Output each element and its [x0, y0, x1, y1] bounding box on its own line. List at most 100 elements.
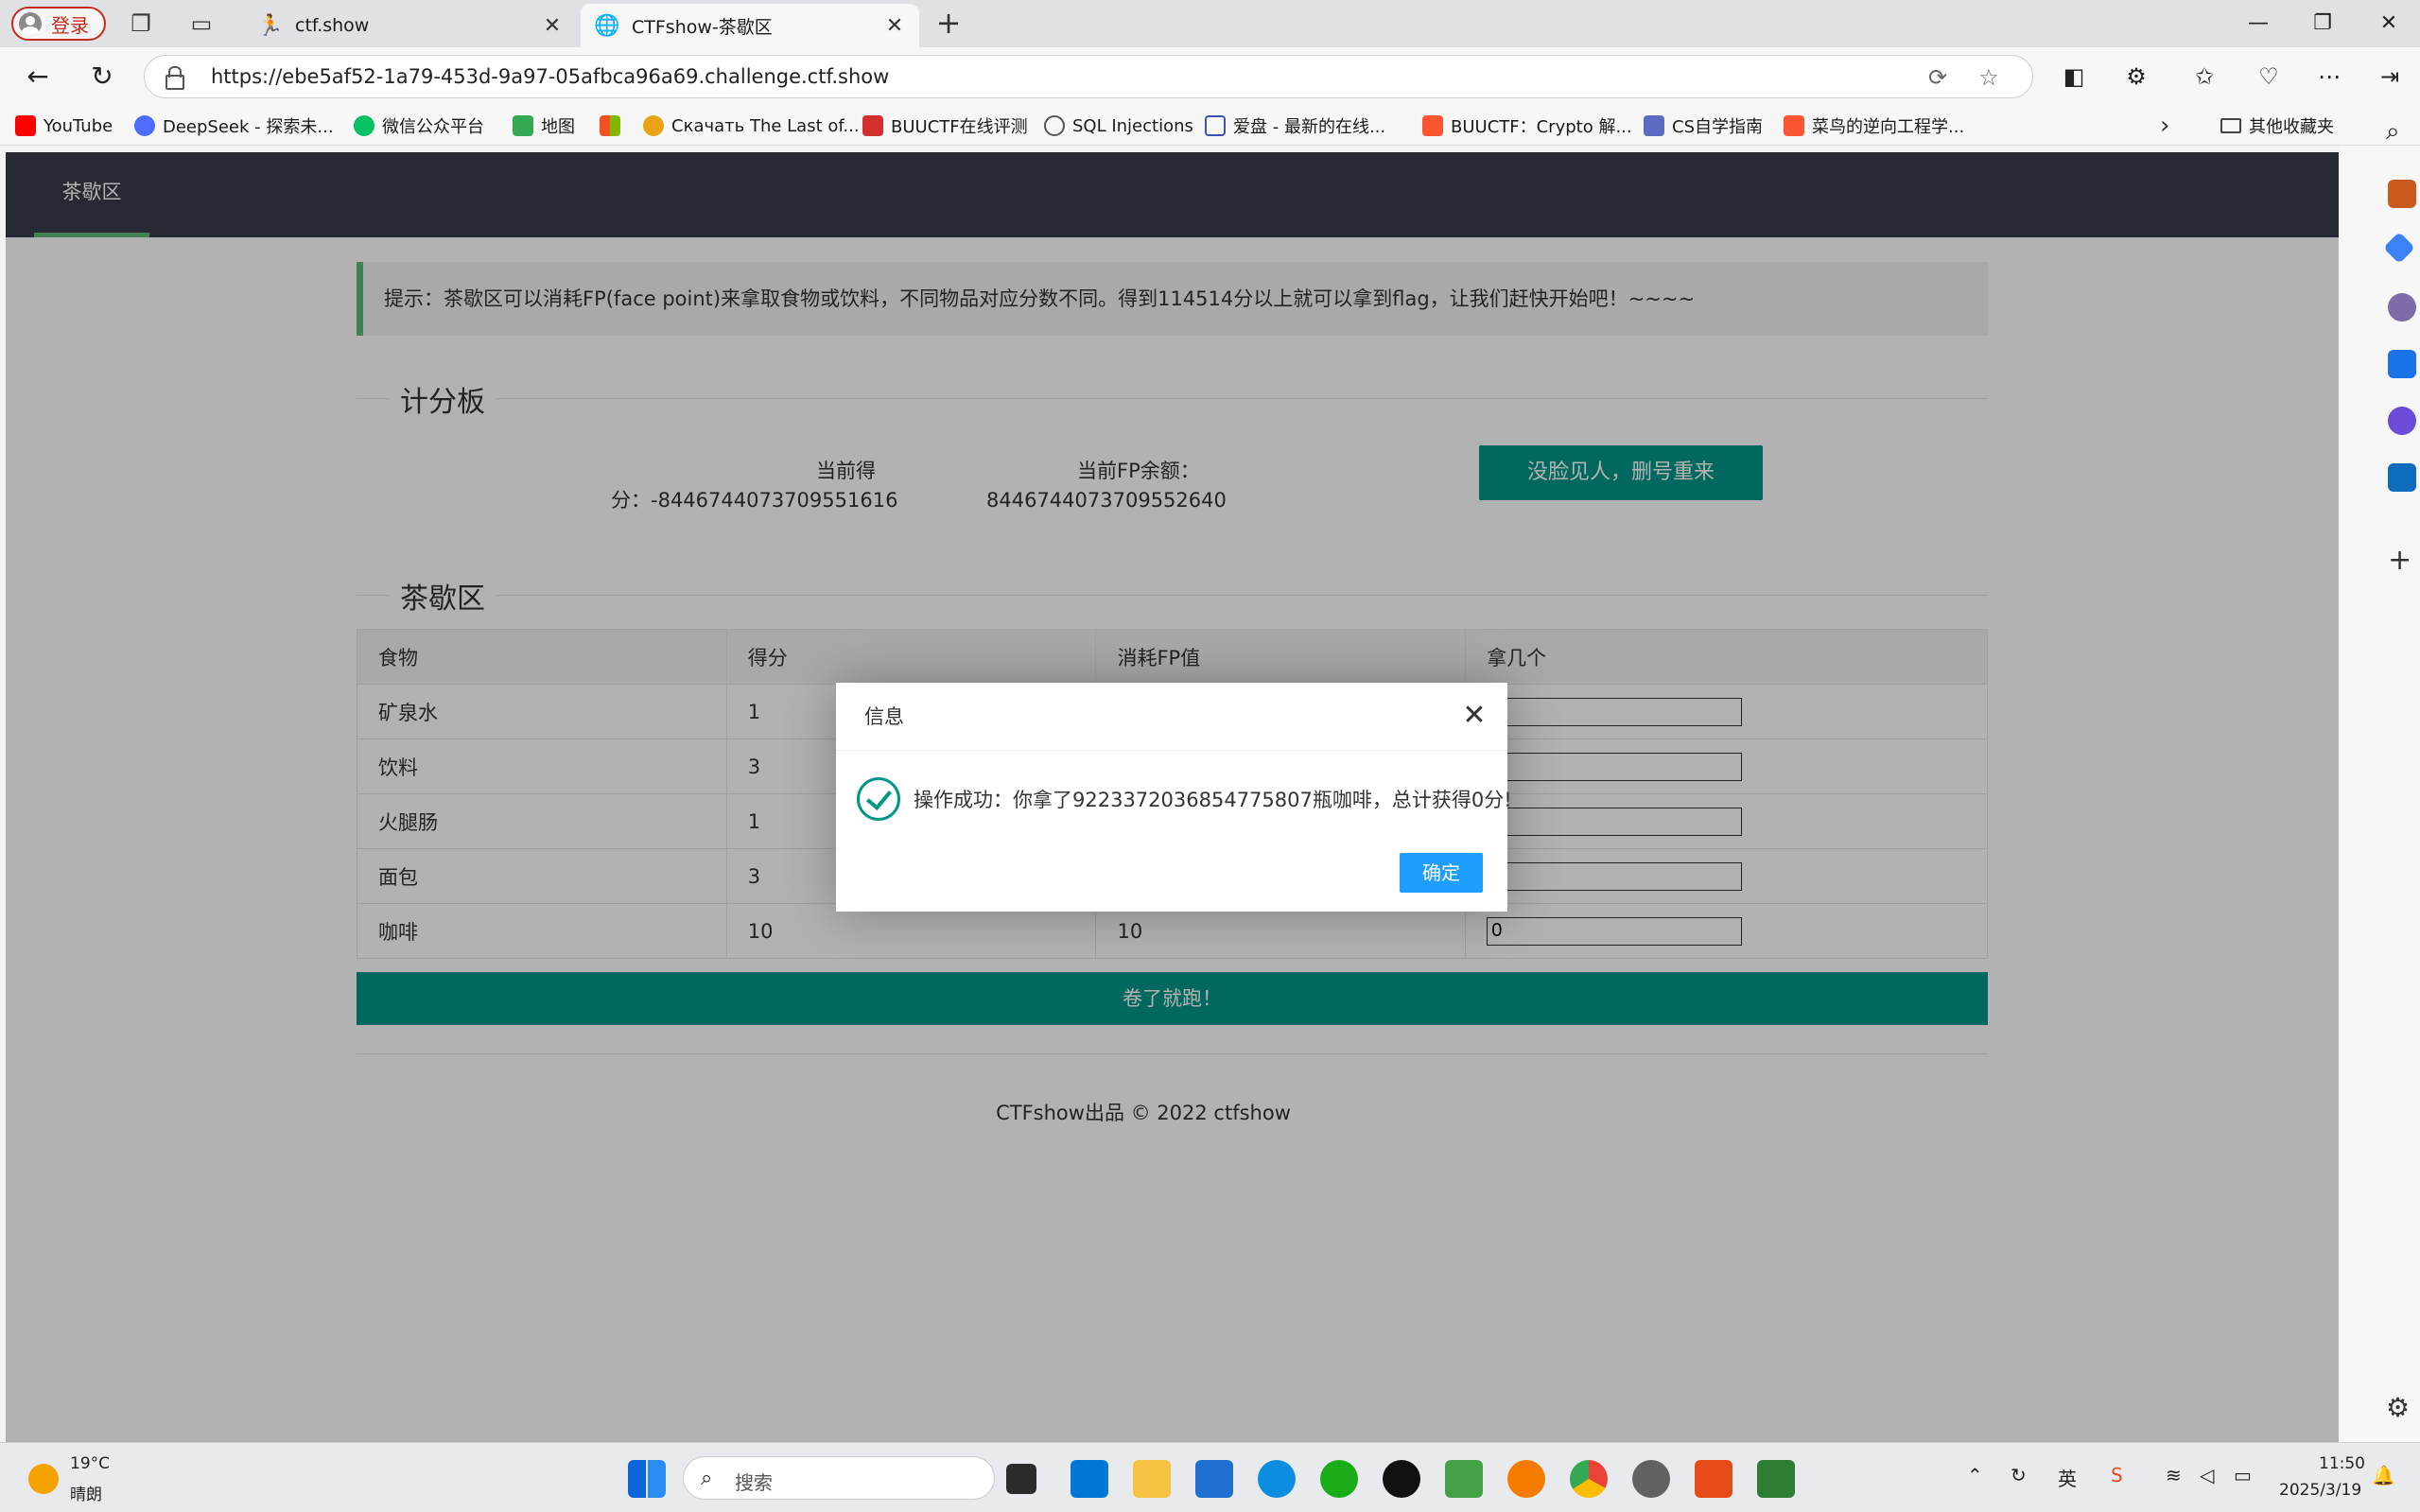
refresh-icon[interactable]: ↻: [85, 60, 119, 94]
chevron-right-icon[interactable]: ›: [2160, 112, 2169, 140]
outlook-icon[interactable]: [2388, 463, 2416, 492]
close-icon[interactable]: ✕: [883, 14, 906, 38]
other-bookmarks[interactable]: 其他收藏夹: [2220, 113, 2334, 138]
cs-guide-icon: [1644, 115, 1664, 136]
split-screen-icon[interactable]: ◧: [2056, 59, 2092, 95]
minimize-icon[interactable]: —: [2239, 8, 2277, 40]
back-arrow-icon[interactable]: ←: [21, 60, 55, 94]
bookmark-microsoft[interactable]: [600, 113, 628, 138]
close-icon[interactable]: ✕: [1460, 702, 1489, 730]
clock-date[interactable]: 2025/3/19: [2279, 1481, 2361, 1500]
notification-bell-icon[interactable]: 🔔: [2372, 1464, 2395, 1486]
shopping-tag-icon[interactable]: [2383, 232, 2415, 264]
task-view-icon[interactable]: [1006, 1464, 1036, 1494]
extensions-icon[interactable]: ⚙: [2118, 59, 2154, 95]
workspaces-icon[interactable]: ❐: [125, 8, 157, 40]
game-icon: [643, 115, 664, 136]
sun-icon[interactable]: [28, 1464, 59, 1494]
wechat-icon[interactable]: [1320, 1460, 1358, 1498]
vscode-icon[interactable]: [1071, 1460, 1108, 1498]
browser-essentials-icon[interactable]: ♡: [2251, 59, 2287, 95]
bookmark-label: 爱盘 - 最新的在线...: [1233, 117, 1386, 137]
steam-icon[interactable]: [1632, 1460, 1670, 1498]
battery-icon[interactable]: ▭: [2234, 1464, 2252, 1486]
tray-sync-icon[interactable]: ↻: [2011, 1464, 2027, 1486]
games-icon[interactable]: [2388, 293, 2416, 322]
bookmark-label: Скачать The Last of...: [671, 115, 860, 136]
chrome-icon[interactable]: [1570, 1460, 1608, 1498]
bookmark-aipan[interactable]: 爱盘 - 最新的在线...: [1205, 113, 1385, 138]
weather-temperature[interactable]: 19°C: [70, 1454, 110, 1473]
tab-actions-icon[interactable]: ▭: [185, 8, 218, 40]
weather-description[interactable]: 晴朗: [70, 1481, 102, 1504]
map-pin-icon: [513, 115, 533, 136]
ime-icon[interactable]: 英: [2058, 1464, 2077, 1491]
wifi-icon[interactable]: ≋: [2166, 1464, 2182, 1486]
bookmark-reverse-engineering[interactable]: 菜鸟的逆向工程学...: [1784, 113, 1964, 138]
bookmark-last-of-us[interactable]: Скачать The Last of...: [643, 113, 860, 138]
share-arrow-icon[interactable]: [1445, 1460, 1483, 1498]
more-menu-icon[interactable]: ⋯: [2311, 59, 2347, 95]
edge-browser-icon[interactable]: [1258, 1460, 1296, 1498]
profile-avatar-icon: [19, 12, 42, 35]
tab-ctfshow-tea-break[interactable]: 🌐 CTFshow-茶歇区 ✕: [581, 4, 919, 47]
clock-time[interactable]: 11:50: [2319, 1454, 2365, 1473]
bookmark-deepseek[interactable]: DeepSeek - 探索未...: [134, 113, 334, 138]
bookmark-youtube[interactable]: YouTube: [15, 113, 113, 138]
send-icon[interactable]: [2388, 350, 2416, 378]
favorites-icon[interactable]: ✩: [2186, 59, 2222, 95]
ubuntu-icon[interactable]: [1695, 1460, 1732, 1498]
bookmark-maps[interactable]: 地图: [513, 113, 575, 138]
deepseek-icon: [134, 115, 155, 136]
restore-icon[interactable]: ❐: [2304, 8, 2342, 40]
dialog-message: 操作成功：你拿了9223372036854775807瓶咖啡，总计获得0分!: [914, 789, 1512, 811]
tab-ctfshow[interactable]: 🏃 ctf.show ✕: [244, 4, 577, 47]
microsoft-logo-icon: [600, 115, 620, 136]
csdn-icon: [1422, 115, 1443, 136]
globe-icon: 🌐: [594, 13, 620, 38]
window-close-icon[interactable]: ✕: [2370, 8, 2408, 40]
magnifier-app-icon[interactable]: [1507, 1460, 1545, 1498]
bookmark-cs-guide[interactable]: CS自学指南: [1644, 113, 1763, 138]
profile-button[interactable]: 登录: [11, 7, 106, 41]
qq-icon[interactable]: [1383, 1460, 1420, 1498]
bookmark-label: SQL Injections: [1072, 115, 1193, 136]
close-icon[interactable]: ✕: [541, 14, 564, 38]
success-check-icon: [857, 777, 900, 821]
bookmark-buuctf-crypto[interactable]: BUUCTF：Crypto 解...: [1422, 113, 1632, 138]
windows-start-icon[interactable]: [628, 1460, 666, 1498]
bookmark-label: BUUCTF在线评测: [891, 117, 1028, 137]
add-icon[interactable]: +: [2388, 547, 2416, 575]
tray-app-icon[interactable]: S: [2111, 1464, 2123, 1486]
browser-tab-bar: 登录 ❐ ▭ 🏃 ctf.show ✕ 🌐 CTFshow-茶歇区 ✕ + — …: [0, 0, 2420, 47]
bookmark-buuctf[interactable]: BUUCTF在线评测: [862, 113, 1028, 138]
favorite-star-icon[interactable]: ☆: [1974, 62, 2004, 93]
copilot-icon[interactable]: [2388, 407, 2416, 435]
bookmark-sql-injections[interactable]: SQL Injections: [1044, 113, 1193, 138]
url-text[interactable]: https://ebe5af52-1a79-453d-9a97-05afbca9…: [211, 65, 889, 88]
tools-briefcase-icon[interactable]: [2388, 180, 2416, 208]
android-app-icon[interactable]: [1757, 1460, 1795, 1498]
tab-title: CTFshow-茶歇区: [632, 16, 773, 38]
volume-icon[interactable]: ◁: [2200, 1464, 2214, 1486]
sidebar-toggle-icon[interactable]: ⇥: [2372, 59, 2408, 95]
bookmark-wechat-mp[interactable]: 微信公众平台: [354, 113, 484, 138]
message-dialog: 信息 ✕ 操作成功：你拿了9223372036854775807瓶咖啡，总计获得…: [836, 683, 1512, 912]
tray-chevron-up-icon[interactable]: ⌃: [1967, 1464, 1983, 1486]
read-aloud-icon[interactable]: ⟳: [1923, 62, 1953, 93]
new-tab-button[interactable]: +: [932, 8, 965, 40]
search-icon[interactable]: ⌕: [2386, 117, 2414, 146]
aipan-icon: [1205, 115, 1226, 136]
address-bar[interactable]: https://ebe5af52-1a79-453d-9a97-05afbca9…: [144, 55, 2033, 98]
settings-gear-icon[interactable]: ⚙: [2386, 1394, 2414, 1422]
bookmark-label: CS自学指南: [1672, 117, 1763, 137]
bookmark-label: DeepSeek - 探索未...: [163, 117, 334, 137]
remote-desktop-icon[interactable]: [1195, 1460, 1233, 1498]
file-explorer-icon[interactable]: [1133, 1460, 1171, 1498]
search-placeholder: 搜索: [735, 1471, 773, 1494]
page-viewport: 茶歇区 提示：茶歇区可以消耗FP(face point)来拿取食物或饮料，不同物…: [6, 152, 2339, 1442]
confirm-button[interactable]: 确定: [1400, 853, 1483, 893]
taskbar-search[interactable]: ⌕ 搜索: [683, 1456, 995, 1500]
running-person-icon: 🏃: [257, 13, 284, 38]
search-icon: ⌕: [701, 1467, 713, 1490]
